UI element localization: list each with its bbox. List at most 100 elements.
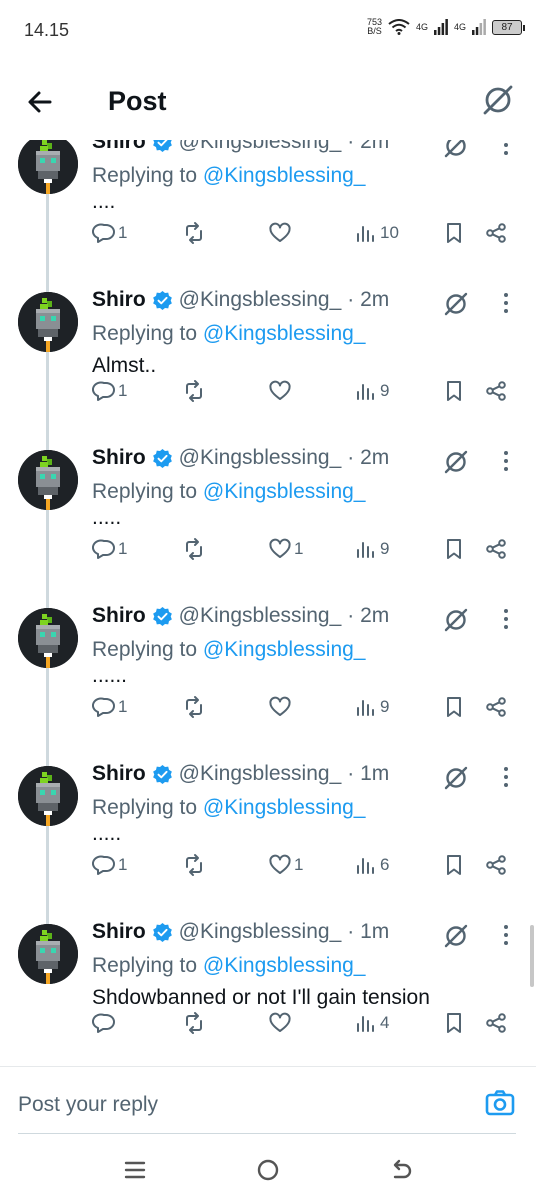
reply-button[interactable]: 1 (92, 376, 127, 406)
mention-link[interactable]: @Kingsblessing_ (203, 954, 366, 977)
mention-link[interactable]: @Kingsblessing_ (203, 638, 366, 661)
author-name[interactable]: Shiro (92, 920, 146, 944)
more-options-button[interactable] (496, 140, 516, 158)
grok-button[interactable] (442, 290, 470, 318)
grok-button[interactable] (480, 82, 516, 118)
tweet[interactable]: Shiro @Kingsblessing_ · 1m Replying to @… (0, 912, 536, 1065)
tweet[interactable]: Shiro @Kingsblessing_ · 2m Replying to @… (0, 280, 536, 438)
more-options-button[interactable] (496, 606, 516, 632)
author-handle[interactable]: @Kingsblessing_ (179, 920, 342, 944)
reply-button[interactable]: 1 (92, 218, 127, 248)
bookmark-button[interactable] (442, 692, 466, 722)
repost-button[interactable] (182, 1008, 208, 1038)
reply-icon (92, 855, 115, 875)
pixel-robot-avatar-icon (18, 140, 78, 194)
reply-input[interactable]: Post your reply (18, 1093, 158, 1117)
repost-icon (186, 854, 202, 876)
share-button[interactable] (484, 692, 508, 722)
author-handle[interactable]: @Kingsblessing_ (179, 604, 342, 628)
mention-link[interactable]: @Kingsblessing_ (203, 480, 366, 503)
bookmark-button[interactable] (442, 850, 466, 880)
repost-button[interactable] (182, 692, 208, 722)
tweet[interactable]: Shiro @Kingsblessing_ · 1m Replying to @… (0, 754, 536, 912)
more-options-button[interactable] (496, 922, 516, 948)
author-handle[interactable]: @Kingsblessing_ (179, 140, 342, 154)
replying-to-label: Replying to (92, 638, 198, 661)
share-button[interactable] (484, 376, 508, 406)
reply-button[interactable]: 1 (92, 850, 127, 880)
more-options-button[interactable] (496, 448, 516, 474)
views-button[interactable]: 6 (354, 850, 389, 880)
share-button[interactable] (484, 218, 508, 248)
like-button[interactable] (268, 218, 294, 248)
author-name[interactable]: Shiro (92, 762, 146, 786)
views-button[interactable]: 9 (354, 534, 389, 564)
author-name[interactable]: Shiro (92, 140, 146, 154)
grok-button[interactable] (442, 448, 470, 476)
grok-button[interactable] (442, 140, 470, 160)
mention-link[interactable]: @Kingsblessing_ (203, 322, 366, 345)
reply-button[interactable]: 1 (92, 534, 127, 564)
bookmark-button[interactable] (442, 534, 466, 564)
signal-icon-2 (472, 19, 486, 35)
mention-link[interactable]: @Kingsblessing_ (203, 164, 366, 187)
author-name[interactable]: Shiro (92, 288, 146, 312)
repost-button[interactable] (182, 534, 208, 564)
author-handle[interactable]: @Kingsblessing_ (179, 446, 342, 470)
mention-link[interactable]: @Kingsblessing_ (203, 796, 366, 819)
bookmark-button[interactable] (442, 218, 466, 248)
system-back-button[interactable] (386, 1155, 416, 1185)
avatar[interactable] (18, 766, 78, 826)
like-button[interactable] (268, 692, 294, 722)
grok-button[interactable] (442, 764, 470, 792)
tweet[interactable]: Shiro @Kingsblessing_ · 2m Replying to @… (0, 596, 536, 754)
replying-to-label: Replying to (92, 796, 198, 819)
bookmark-button[interactable] (442, 1008, 466, 1038)
grok-button[interactable] (442, 606, 470, 634)
author-handle[interactable]: @Kingsblessing_ (179, 762, 342, 786)
reply-button[interactable]: 1 (92, 692, 127, 722)
repost-button[interactable] (182, 218, 208, 248)
like-button[interactable] (268, 1008, 294, 1038)
repost-button[interactable] (182, 850, 208, 880)
author-name[interactable]: Shiro (92, 446, 146, 470)
bookmark-icon (447, 539, 461, 559)
like-button[interactable] (268, 376, 294, 406)
reply-composer[interactable]: Post your reply (0, 1066, 536, 1134)
back-button[interactable] (22, 84, 58, 120)
scrollbar-thumb[interactable] (530, 925, 534, 987)
recent-apps-button[interactable] (120, 1155, 150, 1185)
views-button[interactable]: 9 (354, 376, 389, 406)
camera-button[interactable] (484, 1087, 516, 1119)
author-name[interactable]: Shiro (92, 604, 146, 628)
avatar[interactable] (18, 292, 78, 352)
views-button[interactable]: 9 (354, 692, 389, 722)
share-button[interactable] (484, 850, 508, 880)
repost-button[interactable] (182, 376, 208, 406)
views-button[interactable]: 10 (354, 218, 399, 248)
reply-button[interactable] (92, 1008, 118, 1038)
heart-icon (269, 538, 291, 558)
avatar[interactable] (18, 924, 78, 984)
more-options-button[interactable] (496, 290, 516, 316)
pixel-robot-avatar-icon (18, 766, 78, 826)
tweet[interactable]: Shiro @Kingsblessing_ · 2m Replying to @… (0, 438, 536, 596)
more-options-button[interactable] (496, 764, 516, 790)
like-button[interactable]: 1 (268, 850, 303, 880)
home-button[interactable] (253, 1155, 283, 1185)
share-button[interactable] (484, 534, 508, 564)
like-button[interactable]: 1 (268, 534, 303, 564)
heart-icon (269, 1012, 291, 1032)
back-arrow-icon (393, 1159, 412, 1179)
views-button[interactable]: 4 (354, 1008, 389, 1038)
grok-button[interactable] (442, 922, 470, 950)
like-count: 1 (294, 855, 304, 874)
avatar[interactable] (18, 450, 78, 510)
tweet[interactable]: Shiro @Kingsblessing_ · 2m Replying to @… (0, 140, 536, 280)
author-handle[interactable]: @Kingsblessing_ (179, 288, 342, 312)
avatar[interactable] (18, 608, 78, 668)
more-vertical-icon (504, 609, 508, 629)
share-button[interactable] (484, 1008, 508, 1038)
avatar[interactable] (18, 140, 78, 194)
bookmark-button[interactable] (442, 376, 466, 406)
